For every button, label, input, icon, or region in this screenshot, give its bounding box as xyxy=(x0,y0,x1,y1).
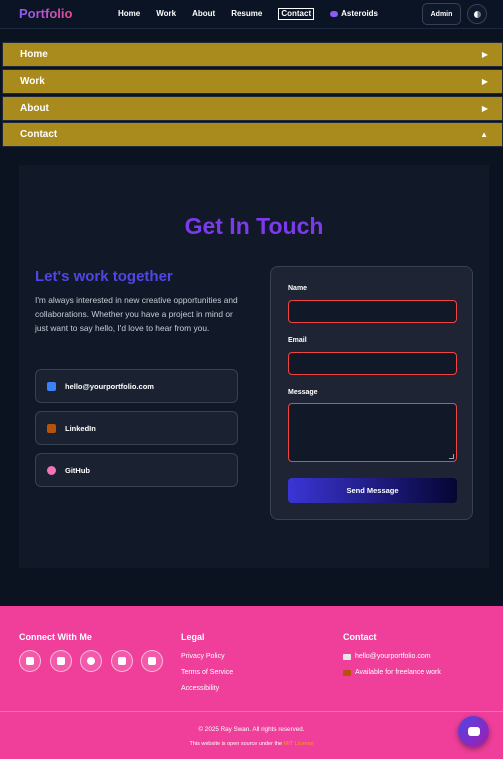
contrast-icon xyxy=(473,10,481,18)
nav-home[interactable]: Home xyxy=(118,9,140,20)
nav-resume[interactable]: Resume xyxy=(231,9,262,20)
message-label: Message xyxy=(288,389,318,396)
linkedin-link-label: LinkedIn xyxy=(65,423,96,433)
footer xyxy=(0,606,503,759)
github-link-card[interactable]: GitHub xyxy=(35,453,238,487)
license-prefix: This website is open source under the xyxy=(189,741,283,747)
linkedin-icon xyxy=(57,657,65,665)
linkedin-button[interactable] xyxy=(50,650,72,672)
email-icon xyxy=(47,381,56,391)
email-label: Email xyxy=(288,337,307,344)
email-input[interactable] xyxy=(288,352,457,375)
nav-links: Home Work About Resume Contact Asteroids xyxy=(118,8,394,20)
briefcase-icon xyxy=(47,423,56,433)
license-text: This website is open source under the MI… xyxy=(0,741,503,747)
connect-heading: Connect With Me xyxy=(19,632,92,642)
accordion-label: Work xyxy=(20,76,45,87)
accordion-contact[interactable]: Contact ▲ xyxy=(2,122,503,147)
nav-asteroids-label: Asteroids xyxy=(341,9,379,18)
robot-icon xyxy=(467,727,480,736)
contact-heading: Contact xyxy=(343,632,377,642)
privacy-policy-link[interactable]: Privacy Policy xyxy=(181,653,225,660)
github-button[interactable] xyxy=(80,650,102,672)
name-label: Name xyxy=(288,285,308,292)
twitter-icon xyxy=(26,657,34,665)
legal-heading: Legal xyxy=(181,632,205,642)
section-subtitle: Let's work together xyxy=(35,268,173,285)
accordion-home[interactable]: Home ▶ xyxy=(2,42,503,67)
github-link-label: GitHub xyxy=(65,465,90,475)
accordion-work[interactable]: Work ▶ xyxy=(2,69,503,94)
instagram-icon xyxy=(118,657,126,665)
email-link-label: hello@yourportfolio.com xyxy=(65,381,154,391)
theme-toggle-button[interactable] xyxy=(467,4,487,24)
footer-email-label: hello@yourportfolio.com xyxy=(355,653,431,660)
email-link-card[interactable]: hello@yourportfolio.com xyxy=(35,369,238,403)
admin-button[interactable]: Admin xyxy=(422,3,461,25)
envelope-icon xyxy=(343,653,351,660)
arrow-right-icon: ▶ xyxy=(481,77,488,86)
availability-label: Available for freelance work xyxy=(355,669,441,676)
nav-contact[interactable]: Contact xyxy=(278,8,315,20)
instagram-button[interactable] xyxy=(111,650,133,672)
arrow-right-icon: ▶ xyxy=(481,104,488,113)
gamepad-icon xyxy=(330,10,339,17)
contact-form: Name Email Message Send Message xyxy=(270,266,473,520)
footer-email[interactable]: hello@yourportfolio.com xyxy=(343,653,431,660)
section-title: Get In Touch xyxy=(184,213,324,239)
copyright-text: © 2025 Ray Swan. All rights reserved. xyxy=(198,726,305,733)
brand-logo[interactable]: Portfolio xyxy=(19,6,72,21)
arrow-up-icon: ▲ xyxy=(480,130,488,139)
availability-note: Available for freelance work xyxy=(343,669,441,676)
twitter-button[interactable] xyxy=(19,650,41,672)
accordion-label: Contact xyxy=(20,129,58,140)
nav-asteroids[interactable]: Asteroids xyxy=(330,9,378,20)
accordion-about[interactable]: About ▶ xyxy=(2,96,503,121)
send-message-button[interactable]: Send Message xyxy=(288,478,457,503)
terms-of-service-link[interactable]: Terms of Service xyxy=(181,669,233,676)
top-nav: Portfolio Home Work About Resume Contact… xyxy=(0,0,503,29)
briefcase-icon xyxy=(343,669,351,676)
octocat-icon xyxy=(47,465,56,475)
intro-text: I'm always interested in new creative op… xyxy=(35,295,238,333)
nav-work[interactable]: Work xyxy=(156,9,176,20)
youtube-button[interactable] xyxy=(141,650,163,672)
youtube-icon xyxy=(148,657,156,665)
resize-grip-icon[interactable] xyxy=(449,454,454,459)
chatbot-button[interactable] xyxy=(458,716,489,747)
linkedin-link-card[interactable]: LinkedIn xyxy=(35,411,238,445)
message-textarea[interactable] xyxy=(288,403,457,462)
github-icon xyxy=(87,657,95,665)
name-input[interactable] xyxy=(288,300,457,323)
accessibility-link[interactable]: Accessibility xyxy=(181,685,219,692)
footer-divider xyxy=(0,711,503,712)
accordion-label: Home xyxy=(20,49,48,60)
accordion-label: About xyxy=(20,103,49,114)
arrow-right-icon: ▶ xyxy=(481,50,488,59)
nav-about[interactable]: About xyxy=(192,9,215,20)
license-link[interactable]: MIT License xyxy=(284,741,314,747)
